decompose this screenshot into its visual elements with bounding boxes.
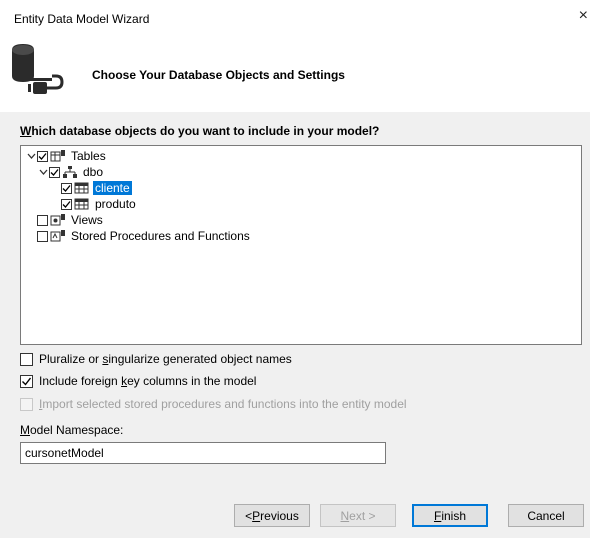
finish-button[interactable]: Finish bbox=[412, 504, 488, 527]
access-key: W bbox=[20, 124, 32, 138]
label-part: ey columns in the model bbox=[127, 374, 257, 388]
tree-item-cliente[interactable]: cliente bbox=[61, 180, 132, 196]
tree-item-views[interactable]: Views bbox=[37, 212, 105, 228]
wizard-header: Choose Your Database Objects and Setting… bbox=[0, 34, 590, 112]
table-icon bbox=[74, 182, 89, 194]
foreign-key-checkbox[interactable] bbox=[20, 374, 33, 388]
tree-item-produto[interactable]: produto bbox=[61, 196, 138, 212]
wizard-body: Which database objects do you want to in… bbox=[0, 112, 590, 538]
access-key: N bbox=[340, 508, 350, 523]
tree-item-stored-procedures[interactable]: Stored Procedures and Functions bbox=[37, 228, 252, 244]
stored-procedures-checkbox[interactable] bbox=[37, 230, 48, 242]
tree-item-tables[interactable]: Tables bbox=[25, 148, 108, 164]
page-title: Choose Your Database Objects and Setting… bbox=[92, 68, 345, 82]
cliente-checkbox[interactable] bbox=[61, 182, 72, 194]
procedure-group-icon bbox=[50, 230, 65, 242]
table-icon bbox=[74, 198, 89, 210]
tree-item-dbo[interactable]: dbo bbox=[37, 164, 105, 180]
access-key: F bbox=[433, 508, 442, 523]
database-connect-icon bbox=[12, 44, 64, 94]
chevron-down-icon[interactable] bbox=[37, 164, 49, 180]
foreign-key-label: Include foreign key columns in the model bbox=[39, 374, 256, 388]
tree-label: dbo bbox=[83, 165, 104, 179]
question-text: hich database objects do you want to inc… bbox=[31, 124, 380, 138]
tree-label: Tables bbox=[71, 149, 106, 163]
schema-icon bbox=[63, 166, 77, 178]
button-text: < bbox=[245, 508, 253, 523]
tree-label: Views bbox=[71, 213, 103, 227]
access-key: P bbox=[252, 508, 261, 523]
pluralize-label: Pluralize or singularize generated objec… bbox=[39, 352, 292, 366]
table-group-icon bbox=[50, 150, 65, 162]
views-checkbox[interactable] bbox=[37, 214, 48, 226]
button-text: inish bbox=[441, 508, 467, 523]
import-procedures-label: Import selected stored procedures and fu… bbox=[39, 397, 407, 411]
tree-label: Stored Procedures and Functions bbox=[71, 229, 250, 243]
label-part: Include foreign bbox=[39, 374, 122, 388]
pluralize-option[interactable]: Pluralize or singularize generated objec… bbox=[20, 352, 292, 366]
tables-checkbox[interactable] bbox=[37, 150, 48, 162]
model-namespace-label: Model Namespace: bbox=[20, 423, 123, 437]
produto-checkbox[interactable] bbox=[61, 198, 72, 210]
import-procedures-checkbox bbox=[20, 397, 33, 411]
objects-question-label: Which database objects do you want to in… bbox=[20, 124, 379, 138]
label-part: Pluralize or bbox=[39, 352, 103, 366]
access-key: M bbox=[20, 423, 30, 437]
chevron-down-icon[interactable] bbox=[25, 148, 37, 164]
model-namespace-input[interactable]: cursonetModel bbox=[20, 442, 386, 464]
pluralize-checkbox[interactable] bbox=[20, 352, 33, 366]
window-title: Entity Data Model Wizard bbox=[14, 12, 150, 26]
database-objects-tree[interactable]: Tables dbo cliente produto Views Stored … bbox=[20, 145, 582, 345]
label-part: odel Namespace: bbox=[30, 423, 124, 437]
label-part: ingularize generated object names bbox=[108, 352, 292, 366]
foreign-key-option[interactable]: Include foreign key columns in the model bbox=[20, 374, 256, 388]
next-button: Next > bbox=[320, 504, 396, 527]
button-text: ext > bbox=[349, 508, 376, 523]
tree-label: cliente bbox=[93, 181, 132, 195]
close-icon[interactable]: × bbox=[579, 8, 588, 24]
dbo-checkbox[interactable] bbox=[49, 166, 60, 178]
cancel-button[interactable]: Cancel bbox=[508, 504, 584, 527]
label-part: mport selected stored procedures and fun… bbox=[42, 397, 407, 411]
previous-button[interactable]: < Previous bbox=[234, 504, 310, 527]
view-group-icon bbox=[50, 214, 65, 226]
import-procedures-option: Import selected stored procedures and fu… bbox=[20, 397, 407, 411]
title-bar: Entity Data Model Wizard × bbox=[0, 0, 590, 34]
tree-label: produto bbox=[95, 197, 136, 211]
button-text: revious bbox=[260, 508, 299, 523]
